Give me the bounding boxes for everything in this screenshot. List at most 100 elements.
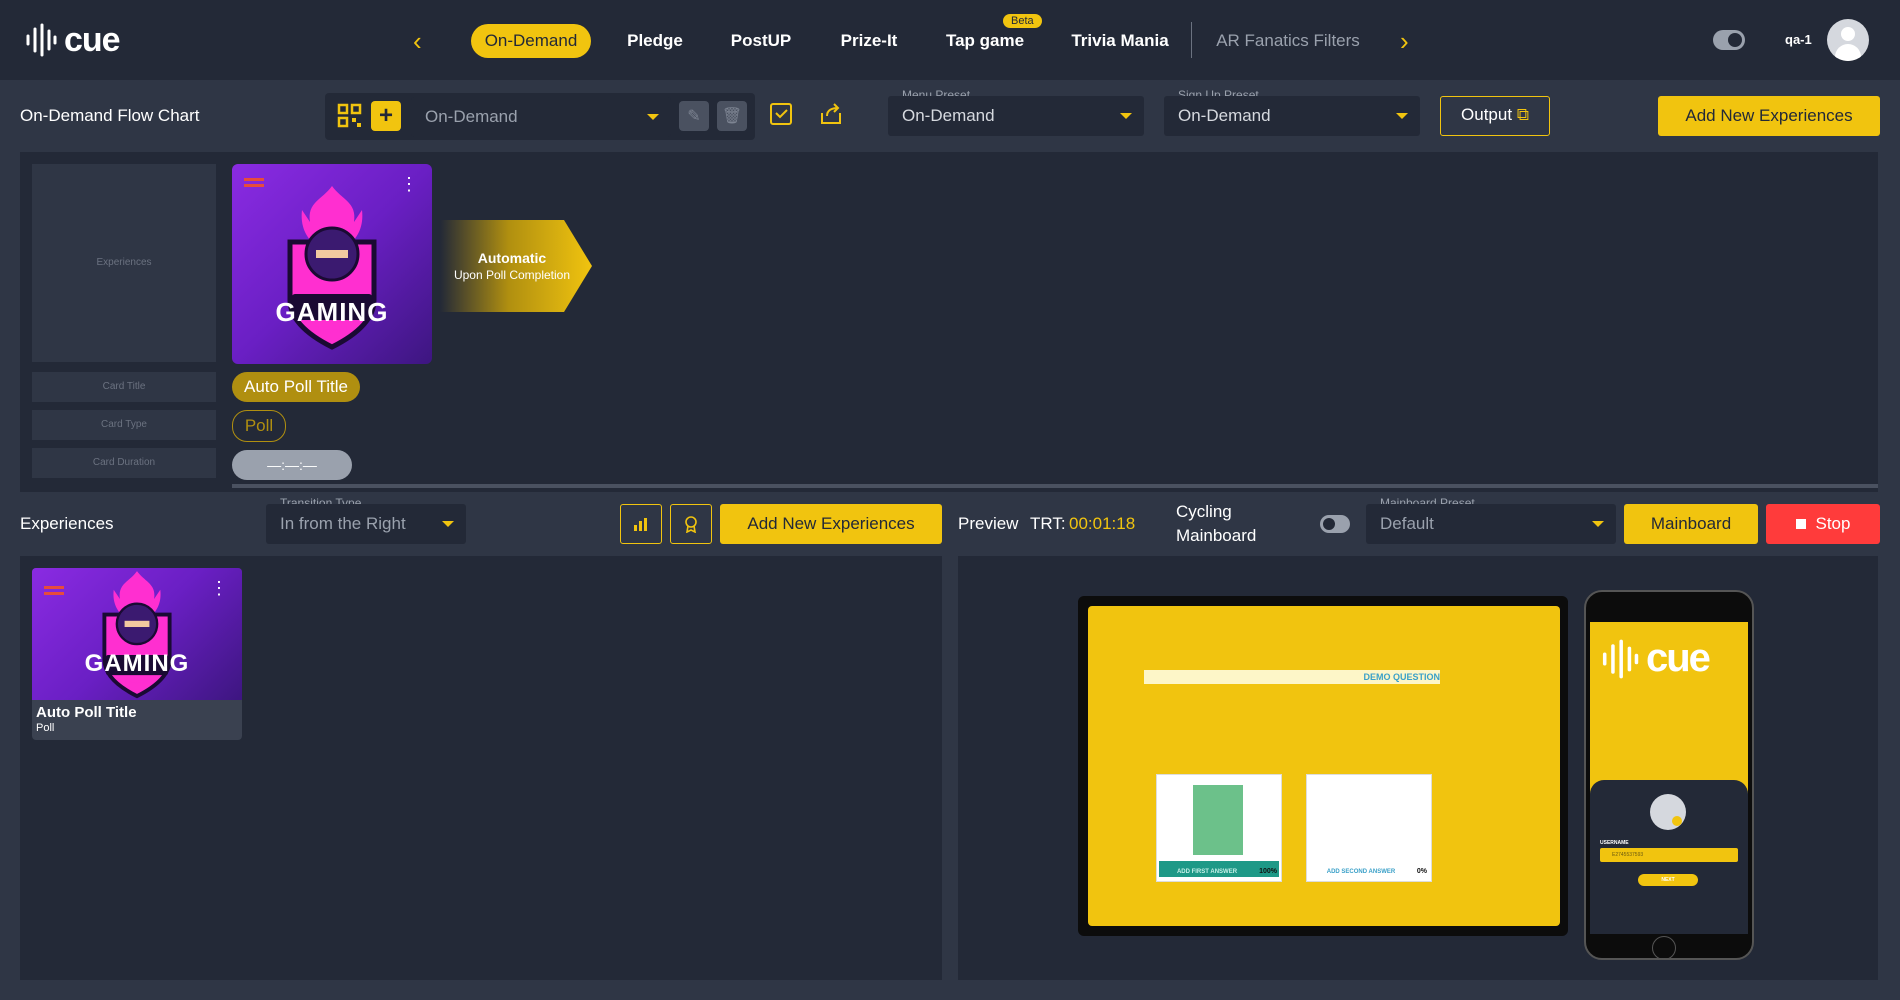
mainboard-button[interactable]: Mainboard (1624, 504, 1758, 544)
output-label: Output (1461, 105, 1513, 124)
stop-label: Stop (1815, 514, 1851, 533)
card-duration-placeholder: Card Duration (32, 448, 216, 478)
nav-divider (1191, 22, 1192, 58)
horizontal-scrollbar[interactable] (232, 484, 1878, 488)
transition-type-select[interactable]: In from the Right (266, 504, 466, 544)
avatar[interactable] (1827, 19, 1869, 61)
experience-image-placeholder: Experiences (32, 164, 216, 362)
trt-label: TRT: (1030, 514, 1066, 533)
answer-1-bar (1193, 785, 1243, 855)
answer-1-percent: 100% (1259, 868, 1277, 875)
drag-handle-icon[interactable] (44, 586, 64, 589)
tab-postup[interactable]: PostUP (718, 24, 804, 58)
answer-card-2: ADD SECOND ANSWER 0% (1306, 774, 1432, 882)
chevron-down-icon (647, 114, 659, 120)
menu-preset-select[interactable]: On-Demand (888, 96, 1144, 136)
page-title: On-Demand Flow Chart (20, 106, 200, 125)
answer-1-text: ADD FIRST ANSWER (1176, 869, 1238, 875)
phone-field-label: USERNAME (1600, 840, 1629, 846)
phone-next-button[interactable]: NEXT (1638, 874, 1698, 886)
card-type-pill: Poll (232, 410, 286, 442)
tab-prize-it[interactable]: Prize-It (828, 24, 910, 58)
flow-select-value: On-Demand (425, 107, 518, 126)
add-new-experiences-button-2[interactable]: Add New Experiences (720, 504, 942, 544)
experiences-title: Experiences (20, 514, 114, 533)
output-button[interactable]: Output ⧉ (1440, 96, 1550, 136)
waveform-icon (1602, 639, 1639, 678)
mainboard-preset-select[interactable]: Default (1366, 504, 1616, 544)
phone-home-button (1652, 936, 1676, 960)
preview-title: Preview (958, 514, 1019, 533)
logo-text-gaming: GAMING (84, 650, 190, 677)
more-options-icon[interactable]: ⋮ (400, 174, 418, 195)
tab-on-demand[interactable]: On-Demand (471, 24, 591, 58)
stop-button[interactable]: Stop (1766, 504, 1880, 544)
signup-preset-value: On-Demand (1178, 106, 1271, 125)
phone-screen: cue USERNAME E2745537593 NEXT (1590, 622, 1748, 934)
waveform-icon (26, 23, 57, 57)
logo-text: cue (64, 20, 121, 59)
chevron-down-icon (1396, 113, 1408, 119)
tab-trivia-mania[interactable]: Trivia Mania (1064, 24, 1176, 58)
experience-card-thumbnail[interactable]: ⋮ GAMING TEAM (232, 164, 432, 364)
trash-icon[interactable]: 🗑 (717, 101, 747, 131)
save-icon[interactable] (768, 101, 794, 133)
drag-handle-icon[interactable] (244, 178, 264, 181)
bowling-ball-icon (1672, 816, 1682, 826)
award-button[interactable] (670, 504, 712, 544)
top-navigation-bar: cue ‹ On-Demand Pledge PostUP Prize-It T… (0, 0, 1900, 80)
flow-toolbar: + On-Demand ✎ 🗑 (325, 93, 755, 140)
transition-type-value: In from the Right (280, 514, 406, 533)
add-new-experiences-button[interactable]: Add New Experiences (1658, 96, 1880, 136)
transition-arrow (440, 220, 592, 312)
qr-code-icon[interactable] (337, 103, 363, 129)
theme-toggle-icon[interactable] (1713, 30, 1745, 50)
app-logo[interactable]: cue (24, 20, 121, 60)
question-text: DEMO QUESTION (1363, 672, 1440, 682)
tab-ar-fanatics-filters[interactable]: AR Fanatics Filters (1210, 24, 1366, 58)
tab-pledge[interactable]: Pledge (613, 24, 697, 58)
trt-value: 00:01:18 (1069, 514, 1136, 533)
toggle-knob (1323, 518, 1335, 530)
mainboard-label: Mainboard (1176, 526, 1257, 545)
transition-title: Automatic (477, 250, 547, 266)
flow-select[interactable]: On-Demand (411, 97, 671, 137)
award-icon (685, 516, 697, 533)
card-type-placeholder: Card Type (32, 410, 216, 440)
more-options-icon[interactable]: ⋮ (210, 578, 228, 599)
tab-tap-game[interactable]: Tap game (940, 24, 1030, 58)
flow-chart-area: Experiences Card Title Card Type Card Du… (20, 152, 1878, 492)
logo-text-team: TEAM (316, 324, 348, 336)
chevron-down-icon (442, 521, 454, 527)
answer-card-1: ADD FIRST ANSWER 100% (1156, 774, 1282, 882)
share-icon[interactable] (818, 101, 844, 133)
phone-frame: cue USERNAME E2745537593 NEXT (1584, 590, 1754, 960)
beta-badge: Beta (1003, 14, 1042, 28)
cycling-mainboard-toggle[interactable] (1320, 515, 1350, 533)
signup-preset-select[interactable]: On-Demand (1164, 96, 1420, 136)
experience-card[interactable]: ⋮ GAMING TEAM Auto Poll Title Poll (32, 568, 242, 740)
answer-2-text: ADD SECOND ANSWER (1326, 869, 1396, 875)
add-flow-button[interactable]: + (371, 101, 401, 131)
experience-card-image: ⋮ GAMING TEAM (32, 568, 242, 700)
chevron-left-icon[interactable]: ‹ (413, 26, 422, 57)
experiences-panel: ⋮ GAMING TEAM Auto Poll Title Poll (20, 556, 942, 980)
logo-text-team: TEAM (122, 676, 152, 687)
phone-username-input[interactable]: E2745537593 (1600, 848, 1738, 862)
phone-login-panel: USERNAME E2745537593 NEXT (1590, 780, 1748, 934)
chevron-down-icon (1592, 521, 1604, 527)
bar-chart-button[interactable] (620, 504, 662, 544)
chevron-right-icon[interactable]: › (1400, 26, 1409, 57)
chevron-down-icon (1120, 113, 1132, 119)
preview-panel: DEMO QUESTION ADD FIRST ANSWER 100% ADD … (958, 556, 1878, 980)
edit-pencil-icon[interactable]: ✎ (679, 101, 709, 131)
transition-subtitle: Upon Poll Completion (453, 268, 571, 282)
experience-card-type: Poll (36, 722, 55, 734)
answer-2-percent: 0% (1416, 868, 1427, 875)
user-name: qa-1 (1785, 32, 1812, 47)
tablet-screen: DEMO QUESTION ADD FIRST ANSWER 100% ADD … (1088, 606, 1560, 926)
phone-logo-text: cue (1646, 636, 1711, 680)
bowling-icon (1650, 794, 1686, 830)
phone-logo: cue (1600, 636, 1711, 681)
card-title-pill[interactable]: Auto Poll Title (232, 372, 360, 402)
